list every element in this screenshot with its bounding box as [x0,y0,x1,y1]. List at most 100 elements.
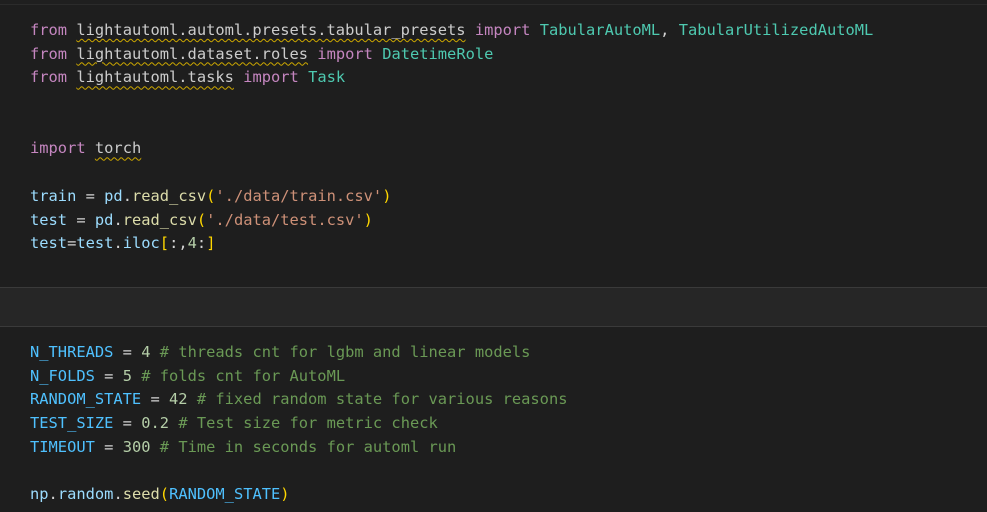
code-token: import [30,139,86,158]
code-token: 4 [141,343,151,361]
code-cell-constants[interactable]: N_THREADS = 4 # threads cnt for lgbm and… [0,326,987,512]
code-token: seed [122,485,160,504]
code-line: np.random.seed(RANDOM_STATE) [30,483,567,507]
code-editor[interactable]: from lightautoml.automl.presets.tabular_… [30,19,873,256]
code-token: test [30,210,68,229]
code-token: ) [363,210,373,229]
code-token: . [113,485,123,504]
code-token: :, [169,234,188,253]
code-token: ( [196,210,207,229]
code-token: Task [308,68,346,87]
code-token: ) [280,485,290,504]
code-token: 5 [122,366,132,385]
code-token: import [243,68,299,87]
code-token: './data/train.csv' [215,186,383,205]
code-token: './data/test.csv' [206,210,364,229]
code-token: iloc [122,234,160,253]
code-token: = [94,437,123,456]
code-token: TEST_SIZE [30,414,114,433]
code-token: N_THREADS [30,343,114,361]
code-token: lightautoml.dataset.roles [76,44,309,63]
code-line: RANDOM_STATE = 42 # fixed random state f… [30,388,567,412]
code-token: . [122,186,132,205]
code-token: # fixed random state for various reasons [196,390,568,409]
code-line: from lightautoml.automl.presets.tabular_… [30,19,873,43]
code-token: pd [104,186,123,205]
code-line: train = pd.read_csv('./data/train.csv') [30,185,873,209]
code-editor[interactable]: N_THREADS = 4 # threads cnt for lgbm and… [30,341,567,507]
code-token: # Time in seconds for automl run [159,437,457,456]
code-token: test [30,234,68,253]
code-token: . [48,485,58,504]
code-token: = [67,210,95,229]
code-token: TIMEOUT [30,437,95,456]
code-token: = [76,186,105,205]
code-token: = [94,366,123,385]
code-token: test [76,234,114,253]
code-token: import [317,44,373,63]
code-token: RANDOM_STATE [30,390,142,409]
code-line: TIMEOUT = 300 # Time in seconds for auto… [30,436,567,460]
code-token: [ [159,234,170,253]
code-token: . [113,210,123,229]
code-line: import torch [30,137,873,161]
code-token: from [30,44,68,63]
code-token: import [474,21,531,39]
code-token: ( [159,485,170,504]
code-token: TabularUtilizedAutoML [678,21,874,39]
code-token: TabularAutoML [539,21,661,39]
code-token: = [113,414,142,433]
code-line: from lightautoml.dataset.roles import Da… [30,43,873,67]
code-token: ( [206,186,216,205]
code-token: N_FOLDS [30,366,95,385]
code-token: from [30,68,68,87]
code-token: read_csv [131,186,207,205]
code-token: DatetimeRole [382,44,494,63]
code-line: test = pd.read_csv('./data/test.csv') [30,209,873,233]
code-token: # folds cnt for AutoML [141,366,346,385]
code-token: = [67,234,77,253]
code-line: N_FOLDS = 5 # folds cnt for AutoML [30,365,567,389]
code-line: N_THREADS = 4 # threads cnt for lgbm and… [30,341,567,365]
code-line: TEST_SIZE = 0.2 # Test size for metric c… [30,412,567,436]
code-token: 4 [187,234,197,253]
code-token: np [30,485,49,504]
code-token: # threads cnt for lgbm and linear models [159,343,531,361]
code-token: = [113,343,142,361]
code-token: lightautoml.automl.presets.tabular_prese… [76,21,466,39]
cell-separator [0,288,987,326]
code-line: test=test.iloc[:,4:] [30,232,873,256]
code-token: pd [94,210,114,229]
code-token: ) [382,186,392,205]
code-token: 0.2 [141,414,170,433]
code-token: 42 [169,390,188,409]
code-token: : [196,234,207,253]
code-token: random [57,485,114,504]
code-token: . [113,234,123,253]
code-token: train [30,186,77,205]
code-token: from [30,21,68,39]
code-token: , [660,21,679,39]
code-token: # Test size for metric check [178,414,438,433]
code-cell-imports[interactable]: from lightautoml.automl.presets.tabular_… [0,4,987,288]
code-token: torch [94,139,142,158]
code-token: read_csv [122,210,197,229]
code-token: 300 [122,437,151,456]
